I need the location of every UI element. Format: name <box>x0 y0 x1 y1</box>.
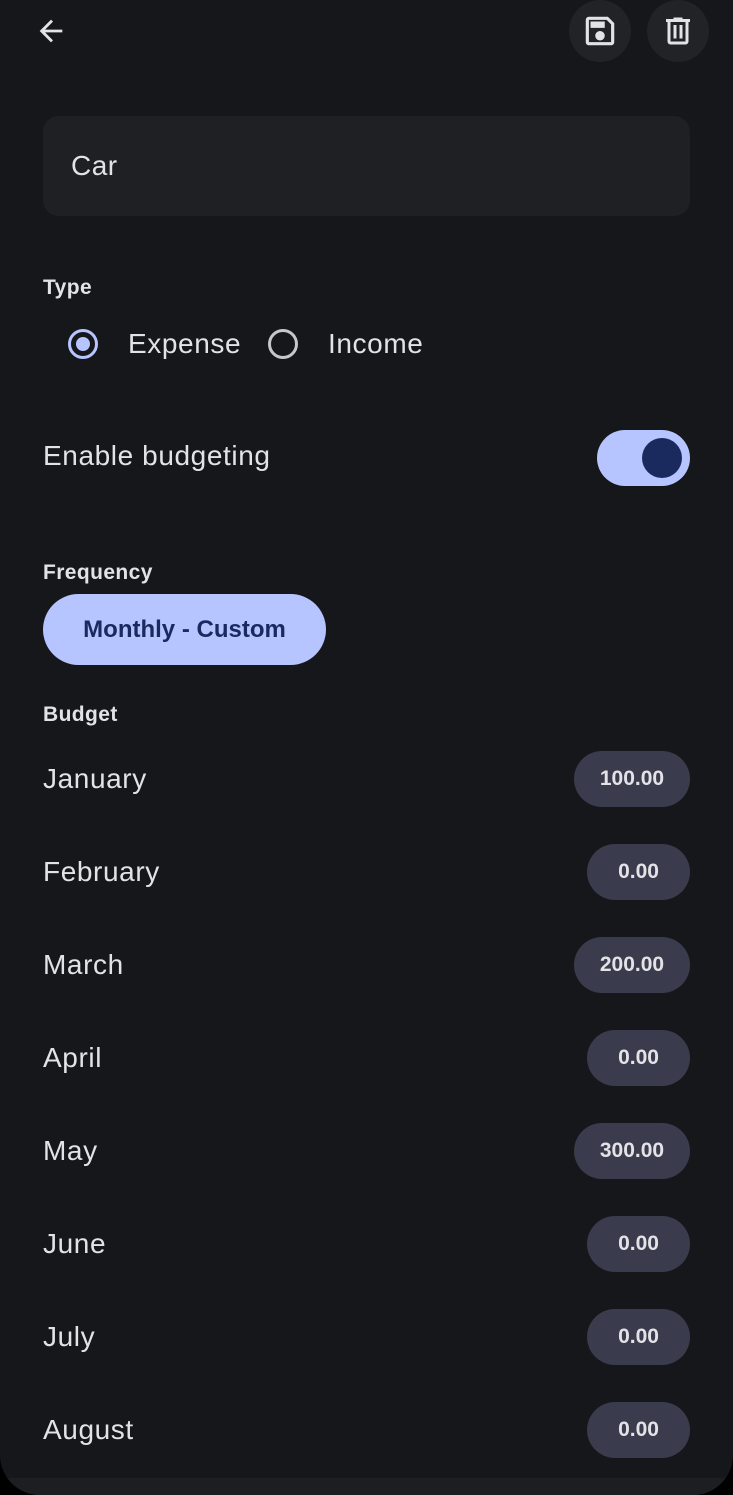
category-name-field[interactable] <box>43 116 690 216</box>
budget-row-june: June 0.00 <box>43 1216 690 1272</box>
back-button[interactable] <box>20 0 82 62</box>
month-name: March <box>43 949 124 980</box>
budget-row-may: May 300.00 <box>43 1123 690 1179</box>
arrow-back-icon <box>39 19 63 43</box>
budget-row-january: January 100.00 <box>43 751 690 807</box>
save-button[interactable] <box>569 0 631 62</box>
radio-income-label: Income <box>328 328 424 359</box>
radio-expense-indicator[interactable] <box>68 329 98 359</box>
switch-thumb <box>642 438 682 478</box>
month-name: June <box>43 1228 107 1259</box>
amount-chip[interactable]: 300.00 <box>574 1123 690 1179</box>
month-name: August <box>43 1414 134 1445</box>
budget-label: Budget <box>43 703 118 726</box>
month-name: January <box>43 763 147 794</box>
enable-budgeting-switch[interactable] <box>597 430 690 486</box>
amount-chip[interactable]: 0.00 <box>587 844 690 900</box>
bottom-bar <box>0 1478 733 1495</box>
radio-income-indicator[interactable] <box>268 329 298 359</box>
amount-chip[interactable]: 200.00 <box>574 937 690 993</box>
enable-budgeting-label: Enable budgeting <box>43 440 271 471</box>
budget-row-april: April 0.00 <box>43 1030 690 1086</box>
frequency-label: Frequency <box>43 561 153 584</box>
budget-row-march: March 200.00 <box>43 937 690 993</box>
month-name: February <box>43 856 160 887</box>
radio-expense[interactable]: Expense <box>68 322 241 366</box>
save-icon <box>585 16 615 46</box>
month-name: May <box>43 1135 98 1166</box>
month-name: April <box>43 1042 103 1073</box>
amount-chip[interactable]: 0.00 <box>587 1216 690 1272</box>
delete-button[interactable] <box>647 0 709 62</box>
category-name-input[interactable] <box>71 150 662 182</box>
frequency-chip[interactable]: Monthly - Custom <box>43 594 326 665</box>
radio-expense-label: Expense <box>128 328 242 359</box>
amount-chip[interactable]: 0.00 <box>587 1030 690 1086</box>
type-label: Type <box>43 276 93 299</box>
budget-row-july: July 0.00 <box>43 1309 690 1365</box>
category-edit-screen: Type Expense Income Enable budgeting Fre… <box>0 0 733 1495</box>
month-name: July <box>43 1321 96 1352</box>
amount-chip[interactable]: 100.00 <box>574 751 690 807</box>
amount-chip[interactable]: 0.00 <box>587 1402 690 1458</box>
radio-income[interactable]: Income <box>268 322 423 366</box>
delete-icon <box>666 17 690 45</box>
budget-row-august: August 0.00 <box>43 1402 690 1458</box>
budget-row-february: February 0.00 <box>43 844 690 900</box>
amount-chip[interactable]: 0.00 <box>587 1309 690 1365</box>
